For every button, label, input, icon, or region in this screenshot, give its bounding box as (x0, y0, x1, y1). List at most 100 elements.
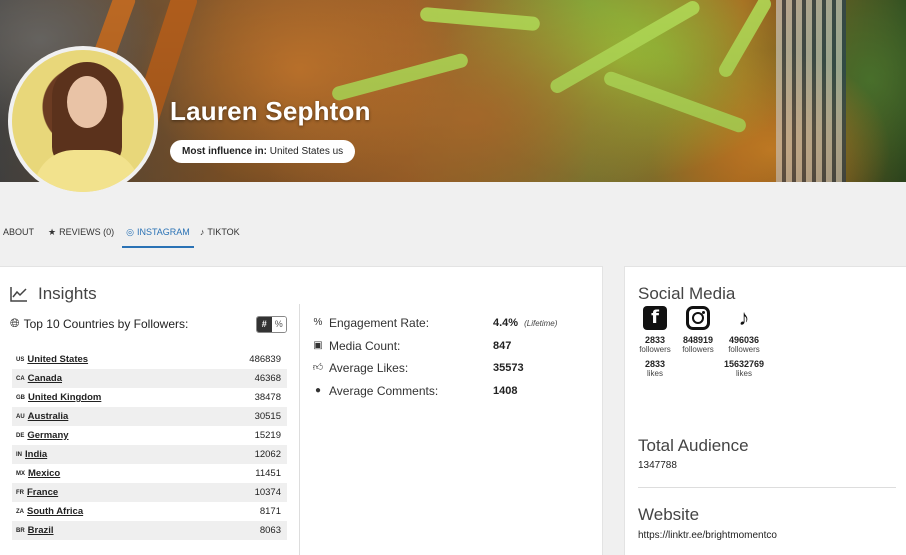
facebook-icon[interactable]: f (643, 306, 667, 330)
country-cell: DE Germany (16, 430, 69, 441)
country-cell: CA Canada (16, 373, 62, 384)
influence-label: Most influence in: (182, 146, 267, 157)
stat-label: Engagement Rate: (329, 316, 430, 331)
percent-icon: % (313, 317, 323, 329)
table-row: US United States 486839 (12, 350, 287, 369)
country-followers: 12062 (254, 449, 281, 460)
influence-value: United States us (269, 146, 344, 157)
country-cell: BR Brazil (16, 525, 54, 536)
tiktok-icon[interactable]: ♪ (732, 305, 756, 330)
insights-divider (299, 304, 300, 555)
toggle-count[interactable]: # (257, 317, 272, 332)
tab-reviews-label: REVIEWS (0) (59, 227, 115, 237)
table-row: FR France 10374 (12, 483, 287, 502)
comment-icon: ● (314, 384, 322, 396)
tab-reviews[interactable]: ★ REVIEWS (0) (44, 222, 118, 248)
stat-average-likes: 👍︎ Average Likes: 35573 (312, 357, 602, 380)
line-chart-icon (10, 287, 27, 302)
country-name-link[interactable]: South Africa (27, 506, 83, 517)
country-code: MX (16, 470, 25, 477)
country-name-link[interactable]: Canada (28, 373, 62, 384)
country-cell: FR France (16, 487, 58, 498)
country-name-link[interactable]: Germany (27, 430, 68, 441)
table-row: DE Germany 15219 (12, 426, 287, 445)
stat-value: 4.4% (493, 317, 519, 330)
network-tiktok: ♪ 496036 followers 15632769 likes (719, 305, 769, 383)
stat-label: Media Count: (329, 338, 401, 353)
country-cell: AU Australia (16, 411, 68, 422)
tiktok-likes: 15632769 (723, 359, 765, 369)
table-row: CA Canada 46368 (12, 369, 287, 388)
country-followers: 38478 (254, 392, 281, 403)
stat-label: Average Likes: (329, 361, 409, 376)
table-row: ZA South Africa 8171 (12, 502, 287, 521)
country-followers: 11451 (255, 468, 281, 479)
country-code: BR (16, 527, 25, 534)
toggle-percent[interactable]: % (271, 317, 286, 332)
profile-name: Lauren Sephton (170, 96, 371, 126)
country-name-link[interactable]: India (25, 449, 47, 460)
thumbs-up-icon: 👍︎ (312, 362, 324, 374)
country-cell: US United States (16, 354, 88, 365)
insights-title: Insights (38, 284, 97, 303)
tab-tiktok[interactable]: ♪ TIKTOK (196, 222, 244, 248)
countries-table: US United States 486839 CA Canada 46368 GB Unit… (12, 350, 287, 540)
avatar (8, 46, 158, 196)
influence-badge: Most influence in: United States us (170, 140, 356, 163)
country-followers: 486839 (249, 354, 281, 365)
country-code: DE (16, 432, 25, 439)
country-name-link[interactable]: United Kingdom (28, 392, 101, 403)
country-cell: MX Mexico (16, 468, 60, 479)
countries-title: Top 10 Countries by Followers: (23, 316, 189, 331)
stat-value: 847 (493, 339, 512, 352)
stat-value: 1408 (493, 384, 518, 397)
stat-average-comments: ● Average Comments: 1408 (312, 380, 602, 403)
total-audience-title: Total Audience (638, 436, 749, 455)
tab-tiktok-label: TIKTOK (207, 227, 240, 237)
website-title: Website (638, 505, 700, 524)
tab-about[interactable]: ABOUT (0, 222, 38, 248)
table-row: AU Australia 30515 (12, 407, 287, 426)
stat-media-count: ▣ Media Count: 847 (312, 335, 602, 358)
facebook-likes-label: likes (646, 369, 663, 378)
social-divider (638, 487, 896, 488)
website-link[interactable]: https://linktr.ee/brightmomentco (638, 530, 777, 541)
tiktok-followers: 496036 (728, 335, 760, 345)
instagram-icon[interactable] (686, 306, 710, 330)
country-followers: 46368 (254, 373, 281, 384)
tab-instagram[interactable]: ◎ INSTAGRAM (122, 222, 194, 248)
country-code: GB (16, 394, 25, 401)
media-icon: ▣ (313, 339, 323, 351)
tiktok-icon: ♪ (199, 227, 205, 237)
country-name-link[interactable]: Brazil (28, 525, 54, 536)
country-name-link[interactable]: United States (27, 354, 88, 365)
tab-instagram-label: INSTAGRAM (136, 227, 190, 237)
count-percent-toggle: # % (256, 316, 287, 333)
star-icon: ★ (48, 227, 57, 237)
country-followers: 15219 (254, 430, 281, 441)
table-row: IN India 12062 (12, 445, 287, 464)
instagram-followers: 848919 (682, 335, 714, 345)
country-cell: GB United Kingdom (16, 392, 101, 403)
stat-engagement-rate: % Engagement Rate: 4.4% (Lifetime) (312, 312, 602, 335)
country-code: US (16, 356, 25, 363)
insights-stats: % Engagement Rate: 4.4% (Lifetime) ▣ Media… (312, 312, 602, 402)
stat-value: 35573 (493, 362, 524, 375)
country-code: ZA (16, 508, 24, 515)
total-audience-value: 1347788 (638, 460, 677, 471)
country-cell: IN India (16, 449, 47, 460)
country-cell: ZA South Africa (16, 506, 83, 517)
instagram-icon: ◎ (126, 227, 134, 237)
country-name-link[interactable]: France (27, 487, 58, 498)
stat-note: (Lifetime) (524, 318, 558, 328)
country-name-link[interactable]: Australia (28, 411, 69, 422)
country-followers: 8171 (259, 506, 281, 517)
tiktok-followers-label: followers (728, 345, 760, 354)
table-row: MX Mexico 11451 (12, 464, 287, 483)
country-name-link[interactable]: Mexico (28, 468, 60, 479)
globe-icon: 🌐︎ (10, 316, 20, 330)
country-code: IN (16, 451, 22, 458)
countries-heading: 🌐︎ Top 10 Countries by Followers: (10, 316, 188, 331)
tiktok-likes-label: likes (735, 369, 752, 378)
country-followers: 10374 (254, 487, 281, 498)
